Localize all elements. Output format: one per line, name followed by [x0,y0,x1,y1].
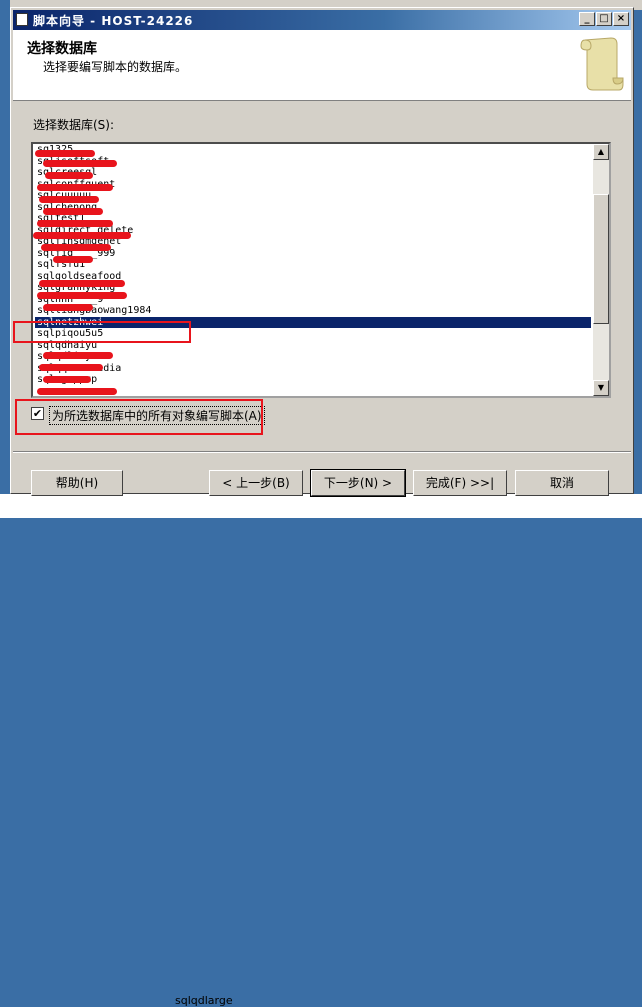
button-separator [13,451,631,453]
redaction-mark [39,364,103,371]
redaction-mark [39,280,125,287]
back-button[interactable]: < 上一步(B) [209,470,303,496]
wizard-header: 选择数据库 选择要编写脚本的数据库。 [13,30,631,101]
database-item[interactable]: sqlqqueenmedia [35,363,591,375]
redaction-mark [45,172,93,179]
redaction-mark [43,160,117,167]
redaction-mark [37,184,113,191]
scroll-icon [580,37,624,91]
database-item[interactable]: sqlsguppup [35,374,591,386]
redaction-mark [43,208,103,215]
database-list-label: 选择数据库(S): [33,118,115,132]
redaction-mark [41,244,111,251]
redaction-mark [33,232,131,239]
page-subtitle: 选择要编写脚本的数据库。 [43,60,188,74]
redaction-mark [37,292,127,299]
redaction-mark [53,256,93,263]
database-item[interactable]: sqljsoftsoft [35,156,591,168]
vertical-scrollbar[interactable]: ▲ ▼ [593,144,609,396]
window-icon [16,13,28,26]
background-tree: sqlqdlarge [0,494,642,1007]
checkbox-annotation [15,399,263,435]
database-list[interactable]: sq1325sqljsoftsoftsqlcreesqlsqlconffquen… [31,142,611,398]
redaction-mark [43,304,93,311]
database-item[interactable]: sqlqdlinyu [35,351,591,363]
redaction-mark [43,376,91,383]
scroll-down-button[interactable]: ▼ [593,380,609,396]
redaction-mark [43,352,113,359]
redaction-mark [37,220,113,227]
database-item[interactable]: sq1325 [35,144,591,156]
database-item[interactable]: sqlconffquent [35,179,591,191]
finish-button[interactable]: 完成(F) >>| [413,470,507,496]
scroll-up-button[interactable]: ▲ [593,144,609,160]
help-button[interactable]: 帮助(H) [31,470,123,496]
database-item[interactable]: sqlcuuuuu [35,190,591,202]
selection-annotation [13,321,191,343]
scroll-thumb[interactable] [593,194,609,324]
redaction-mark [39,196,99,203]
background-tree-item: sqlqdlarge [175,994,233,1007]
database-item[interactable]: sqlchenong [35,202,591,214]
redaction-mark [35,150,95,157]
close-button[interactable]: × [613,12,629,26]
database-item[interactable]: sqlcreesql [35,167,591,179]
title-bar[interactable]: 脚本向导 - HOST-24226 _ □ × [13,10,631,30]
maximize-button[interactable]: □ [596,12,612,26]
cancel-button[interactable]: 取消 [515,470,609,496]
background-desktop [0,0,10,518]
database-item[interactable]: sqlfig____999 [35,248,591,260]
next-button[interactable]: 下一步(N) > [310,469,406,497]
database-item[interactable]: sqlliangbaowang1984 [35,305,591,317]
database-item[interactable]: sqlfsfu1 [35,259,591,271]
database-items: sq1325sqljsoftsoftsqlcreesqlsqlconffquen… [35,144,591,386]
script-wizard-window: 脚本向导 - HOST-24226 _ □ × 选择数据库 选择要编写脚本的数据… [10,7,634,497]
window-title: 脚本向导 - HOST-24226 [33,14,194,28]
redaction-mark [37,388,117,395]
database-item[interactable]: sqltest1 [35,213,591,225]
minimize-button[interactable]: _ [579,12,595,26]
page-title: 选择数据库 [27,41,97,57]
